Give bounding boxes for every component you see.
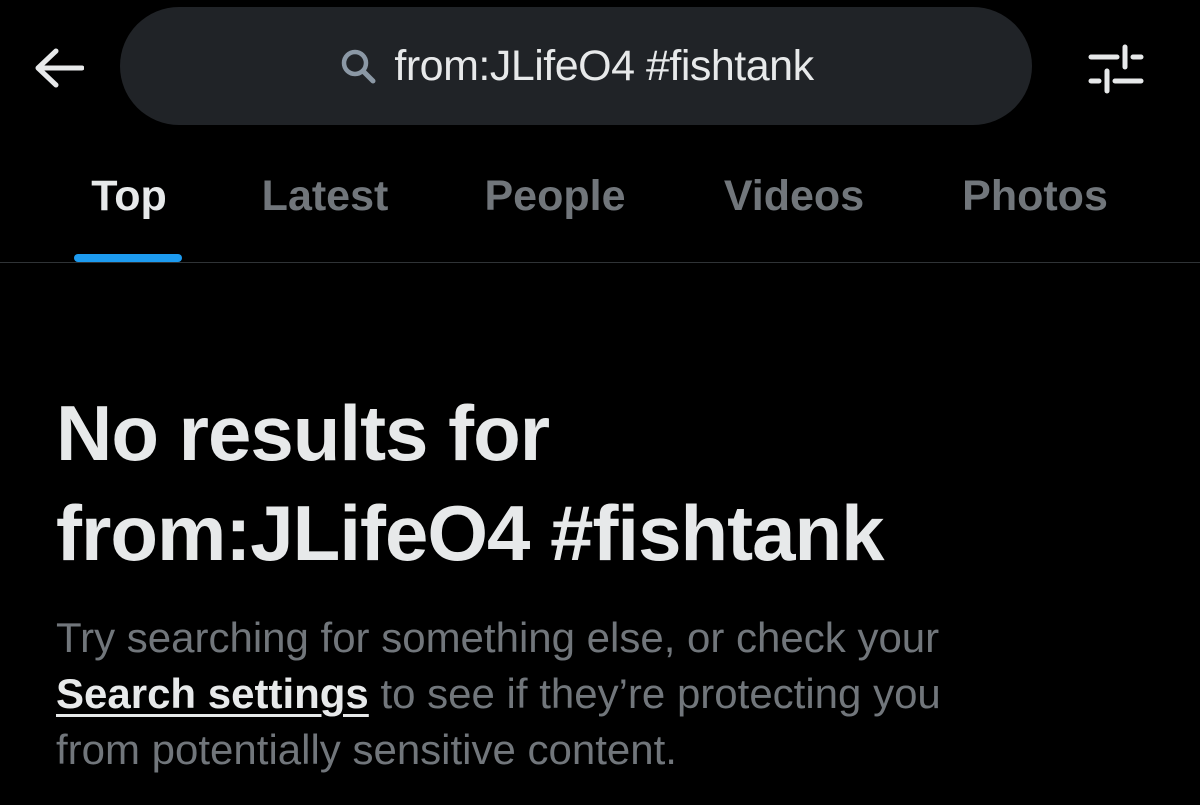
search-header: from:JLifeO4 #fishtank	[0, 0, 1200, 135]
search-input[interactable]: from:JLifeO4 #fishtank	[120, 7, 1032, 125]
active-tab-indicator	[74, 254, 182, 262]
tab-label: Photos	[962, 172, 1108, 220]
empty-state-desc-line: from potentially sensitive content.	[56, 726, 677, 773]
search-icon	[342, 49, 376, 84]
search-filter-button[interactable]	[1082, 38, 1150, 100]
tab-top[interactable]: Top	[74, 150, 182, 262]
tab-photos[interactable]: Photos	[945, 150, 1125, 262]
search-settings-link[interactable]: Search settings	[56, 670, 369, 717]
empty-state-title: No results for from:JLifeO4 #fishtank	[56, 383, 1156, 583]
search-query-text: from:JLifeO4 #fishtank	[394, 41, 814, 90]
tab-latest[interactable]: Latest	[245, 150, 405, 262]
tab-label: Latest	[261, 172, 389, 220]
filter-sliders-icon	[1088, 44, 1144, 94]
empty-state-title-line: No results for	[56, 389, 550, 477]
arrow-left-icon	[35, 48, 84, 88]
search-field-content: from:JLifeO4 #fishtank	[338, 41, 814, 91]
search-tabs: Top Latest People Videos Photos	[0, 150, 1200, 263]
empty-state-desc-line: Search settings to see if they’re protec…	[56, 666, 1166, 722]
back-button[interactable]	[28, 40, 88, 96]
tab-people[interactable]: People	[470, 150, 640, 262]
tab-label: People	[484, 172, 626, 220]
tab-videos[interactable]: Videos	[708, 150, 880, 262]
empty-state-desc-line: Try searching for something else, or che…	[56, 614, 940, 661]
empty-state-desc-text: to see if they’re protecting you	[368, 670, 941, 717]
tab-label: Videos	[723, 172, 865, 220]
empty-state-description: Try searching for something else, or che…	[56, 610, 1166, 778]
empty-state-title-line: from:JLifeO4 #fishtank	[56, 489, 885, 577]
tab-label: Top	[91, 172, 167, 220]
